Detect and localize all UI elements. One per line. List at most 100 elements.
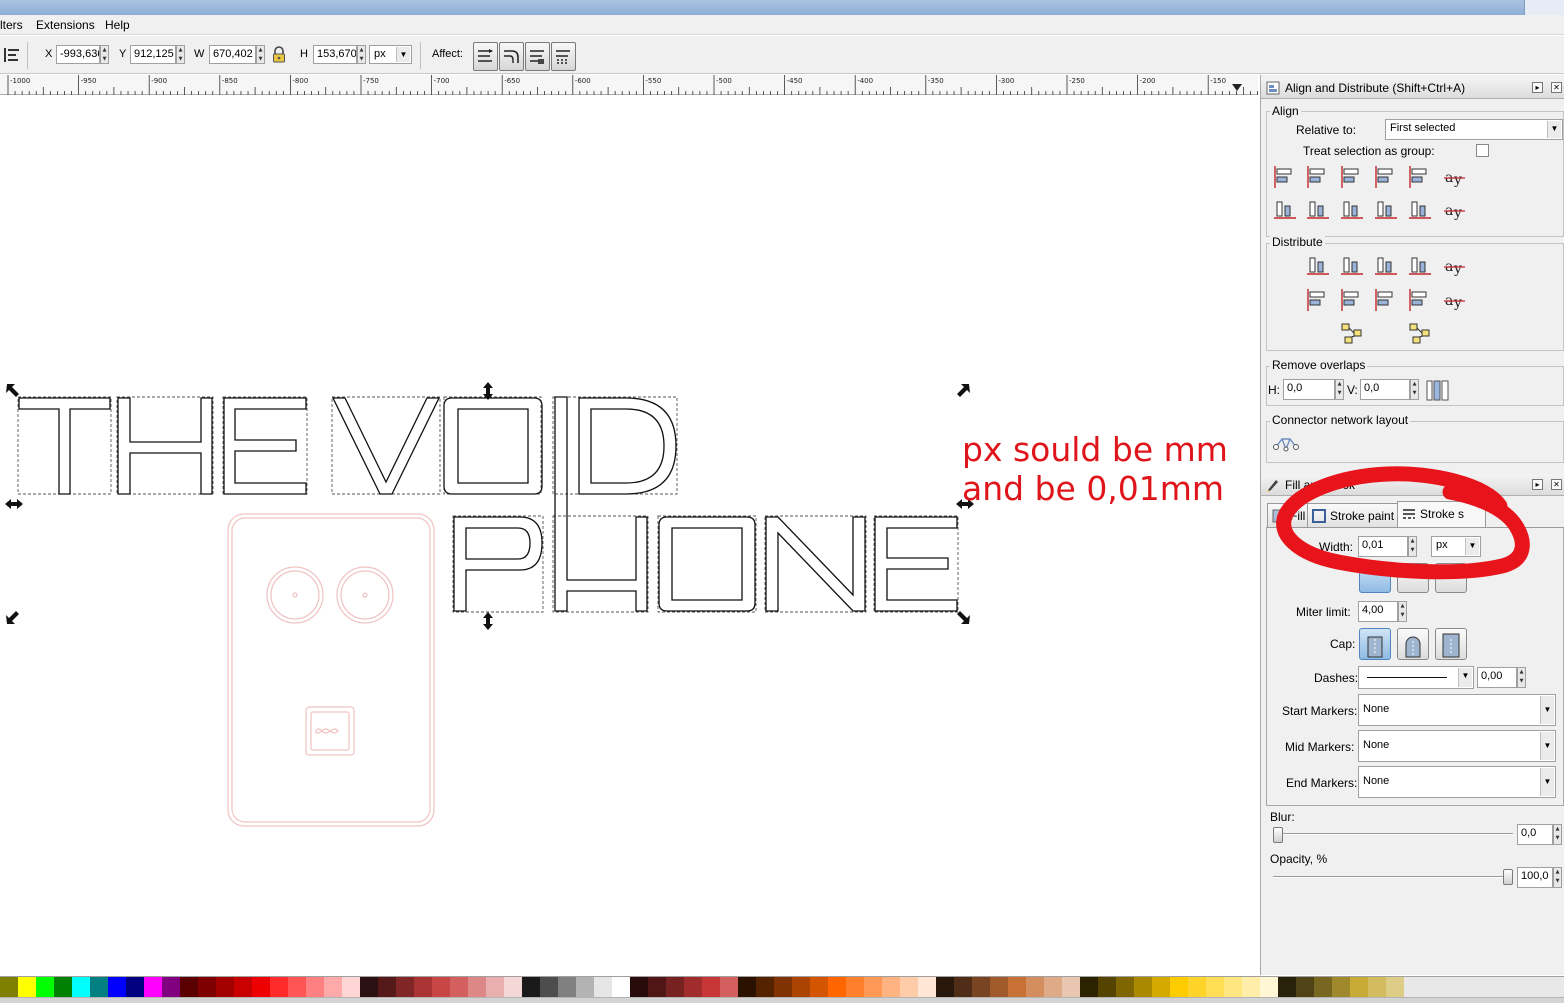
cap-round-button[interactable] bbox=[1397, 628, 1429, 660]
blur-field[interactable]: 0,0 bbox=[1517, 824, 1553, 845]
panel-iconify-icon[interactable]: ▸ bbox=[1532, 479, 1543, 490]
text-phone[interactable] bbox=[453, 396, 958, 612]
palette-swatch[interactable] bbox=[306, 977, 324, 997]
palette-swatch[interactable] bbox=[1386, 977, 1404, 997]
palette-swatch[interactable] bbox=[1152, 977, 1170, 997]
palette-swatch[interactable] bbox=[900, 977, 918, 997]
miter-limit-spinner[interactable]: ▲ ▼ bbox=[1398, 601, 1407, 622]
distribute-centers-v-button[interactable] bbox=[1339, 287, 1365, 313]
align-centers-vertical-button[interactable] bbox=[1339, 164, 1365, 190]
align-baseline-vertical-button[interactable]: ay bbox=[1441, 197, 1467, 223]
blur-slider-thumb[interactable] bbox=[1273, 827, 1283, 843]
align-right-edges-button[interactable] bbox=[1373, 164, 1399, 190]
palette-swatch[interactable] bbox=[432, 977, 450, 997]
palette-swatch[interactable] bbox=[252, 977, 270, 997]
blur-slider-track[interactable] bbox=[1273, 833, 1513, 835]
panel-close-icon[interactable]: ✕ bbox=[1551, 82, 1562, 93]
overlap-v-field[interactable]: 0,0 bbox=[1360, 379, 1410, 400]
palette-swatch[interactable] bbox=[666, 977, 684, 997]
distribute-baselines-h-button[interactable]: ay bbox=[1441, 253, 1467, 279]
palette-swatch[interactable] bbox=[1260, 977, 1278, 997]
palette-swatch[interactable] bbox=[1278, 977, 1296, 997]
palette-swatch[interactable] bbox=[198, 977, 216, 997]
palette-swatch[interactable] bbox=[720, 977, 738, 997]
unclump-button[interactable] bbox=[1407, 321, 1433, 347]
palette-swatch[interactable] bbox=[144, 977, 162, 997]
palette-swatch[interactable] bbox=[882, 977, 900, 997]
palette-swatch[interactable] bbox=[1314, 977, 1332, 997]
miter-limit-field[interactable]: 4,00 bbox=[1358, 601, 1398, 622]
palette-swatch[interactable] bbox=[576, 977, 594, 997]
palette-swatch[interactable] bbox=[756, 977, 774, 997]
overlap-h-spinner[interactable]: ▲ ▼ bbox=[1335, 379, 1344, 400]
palette-swatch[interactable] bbox=[1062, 977, 1080, 997]
align-left-edges-button[interactable] bbox=[1305, 164, 1331, 190]
palette-swatch[interactable] bbox=[1350, 977, 1368, 997]
opacity-slider-track[interactable] bbox=[1273, 876, 1513, 878]
palette-swatch[interactable] bbox=[324, 977, 342, 997]
lock-icon[interactable] bbox=[271, 46, 287, 64]
menu-extensions[interactable]: Extensions bbox=[36, 18, 95, 32]
resize-handle-nw-icon[interactable] bbox=[6, 384, 19, 397]
distribute-left-edges-button[interactable] bbox=[1305, 253, 1331, 279]
panel-close-icon[interactable]: ✕ bbox=[1551, 479, 1562, 490]
palette-swatch[interactable] bbox=[540, 977, 558, 997]
opacity-field[interactable]: 100,0 bbox=[1517, 867, 1553, 888]
distribute-right-edges-button[interactable] bbox=[1373, 253, 1399, 279]
palette-swatch[interactable] bbox=[1368, 977, 1386, 997]
palette-swatch[interactable] bbox=[180, 977, 198, 997]
palette-swatch[interactable] bbox=[1332, 977, 1350, 997]
palette-swatch[interactable] bbox=[684, 977, 702, 997]
palette-swatch[interactable] bbox=[1098, 977, 1116, 997]
palette-swatch[interactable] bbox=[828, 977, 846, 997]
affect-corners-button[interactable] bbox=[499, 42, 524, 71]
palette-swatch[interactable] bbox=[972, 977, 990, 997]
blur-spinner[interactable]: ▲ ▼ bbox=[1553, 824, 1562, 845]
palette-swatch[interactable] bbox=[1008, 977, 1026, 997]
dash-pattern-select[interactable]: ▼ bbox=[1358, 666, 1474, 689]
affect-stroke-button[interactable] bbox=[473, 42, 498, 71]
align-left-of-anchor-button[interactable] bbox=[1407, 164, 1433, 190]
palette-swatch[interactable] bbox=[954, 977, 972, 997]
unit-select[interactable]: px ▼ bbox=[369, 45, 412, 64]
palette-swatch[interactable] bbox=[1044, 977, 1062, 997]
palette-swatch[interactable] bbox=[630, 977, 648, 997]
align-baseline-horizontal-button[interactable]: ay bbox=[1441, 164, 1467, 190]
palette-swatch[interactable] bbox=[504, 977, 522, 997]
palette-swatch[interactable] bbox=[936, 977, 954, 997]
palette-swatch[interactable] bbox=[450, 977, 468, 997]
distribute-gaps-h-button[interactable] bbox=[1407, 253, 1433, 279]
y-spinner[interactable]: ▲ ▼ bbox=[176, 45, 185, 64]
resize-handle-sw-icon[interactable] bbox=[6, 611, 19, 624]
palette-swatch[interactable] bbox=[234, 977, 252, 997]
distribute-bottom-edges-button[interactable] bbox=[1373, 287, 1399, 313]
palette-swatch[interactable] bbox=[90, 977, 108, 997]
palette-swatch[interactable] bbox=[810, 977, 828, 997]
palette-swatch[interactable] bbox=[774, 977, 792, 997]
cap-square-button[interactable] bbox=[1435, 628, 1467, 660]
palette-swatch[interactable] bbox=[18, 977, 36, 997]
panel-iconify-icon[interactable]: ▸ bbox=[1532, 82, 1543, 93]
palette-swatch[interactable] bbox=[1206, 977, 1224, 997]
align-top-edges-button[interactable] bbox=[1305, 197, 1331, 223]
palette-swatch[interactable] bbox=[1188, 977, 1206, 997]
start-markers-select[interactable]: None ▼ bbox=[1358, 694, 1556, 726]
x-field[interactable]: -993,636 bbox=[56, 45, 100, 64]
opacity-slider-thumb[interactable] bbox=[1503, 869, 1513, 885]
align-panel-header[interactable]: Align and Distribute (Shift+Ctrl+A) ▸ ✕ bbox=[1261, 77, 1564, 99]
palette-swatch[interactable] bbox=[648, 977, 666, 997]
align-bottom-edges-button[interactable] bbox=[1373, 197, 1399, 223]
align-right-of-anchor-button[interactable] bbox=[1272, 164, 1298, 190]
palette-swatch[interactable] bbox=[486, 977, 504, 997]
palette-swatch[interactable] bbox=[1134, 977, 1152, 997]
palette-swatch[interactable] bbox=[1242, 977, 1260, 997]
align-bottom-of-anchor-button[interactable] bbox=[1272, 197, 1298, 223]
palette-swatch[interactable] bbox=[792, 977, 810, 997]
palette-swatch[interactable] bbox=[918, 977, 936, 997]
palette-swatch[interactable] bbox=[1170, 977, 1188, 997]
palette-swatch[interactable] bbox=[162, 977, 180, 997]
palette-swatch[interactable] bbox=[594, 977, 612, 997]
affect-patterns-button[interactable] bbox=[551, 42, 576, 71]
palette-swatch[interactable] bbox=[270, 977, 288, 997]
mid-markers-select[interactable]: None ▼ bbox=[1358, 730, 1556, 762]
